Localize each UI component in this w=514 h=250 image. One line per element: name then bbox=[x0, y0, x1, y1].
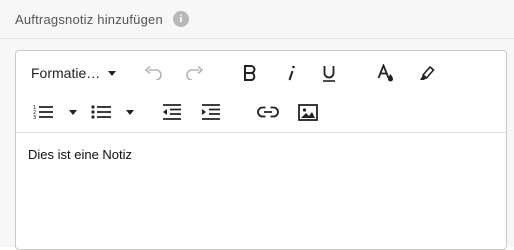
italic-icon bbox=[288, 65, 295, 81]
outdent-icon bbox=[163, 104, 181, 120]
indent-button[interactable] bbox=[201, 99, 221, 125]
italic-button[interactable] bbox=[284, 60, 298, 86]
editor-content[interactable]: Dies ist eine Notiz bbox=[28, 147, 132, 162]
highlight-button[interactable] bbox=[416, 60, 436, 86]
unordered-list-icon bbox=[91, 105, 111, 119]
underline-button[interactable] bbox=[321, 60, 337, 86]
undo-icon bbox=[144, 66, 162, 80]
outdent-button[interactable] bbox=[162, 99, 182, 125]
highlight-icon bbox=[420, 65, 435, 80]
info-icon[interactable]: i bbox=[172, 11, 189, 27]
unordered-list-button[interactable] bbox=[91, 99, 111, 125]
rich-text-editor: Formatie… 1 2 3 Dies ist eine Notiz bbox=[15, 50, 507, 250]
redo-button[interactable] bbox=[184, 60, 204, 86]
page-title: Auftragsnotiz hinzufügen bbox=[15, 11, 163, 27]
header: Auftragsnotiz hinzufügen i bbox=[15, 9, 189, 29]
redo-icon bbox=[186, 66, 204, 80]
link-icon bbox=[257, 106, 279, 118]
unordered-list-dropdown[interactable] bbox=[124, 99, 136, 125]
underline-icon bbox=[323, 65, 335, 82]
undo-button[interactable] bbox=[144, 60, 164, 86]
indent-icon bbox=[202, 104, 220, 120]
bold-icon bbox=[244, 65, 256, 81]
chevron-down-icon bbox=[126, 109, 134, 115]
chevron-down-icon bbox=[69, 109, 77, 115]
format-dropdown[interactable]: Formatie… bbox=[31, 60, 117, 86]
format-dropdown-label: Formatie… bbox=[31, 65, 101, 81]
ordered-list-button[interactable]: 1 2 3 bbox=[33, 99, 53, 125]
bold-button[interactable] bbox=[242, 60, 258, 86]
link-button[interactable] bbox=[257, 99, 279, 125]
image-button[interactable] bbox=[297, 99, 319, 125]
text-color-icon bbox=[377, 64, 393, 82]
chevron-down-icon bbox=[108, 70, 117, 76]
text-color-button[interactable] bbox=[377, 60, 395, 86]
editor-toolbar: Formatie… 1 2 3 bbox=[16, 51, 506, 133]
ordered-list-icon: 1 2 3 bbox=[33, 105, 53, 120]
ordered-list-dropdown[interactable] bbox=[67, 99, 79, 125]
svg-text:3: 3 bbox=[33, 115, 36, 120]
image-icon bbox=[298, 103, 318, 121]
